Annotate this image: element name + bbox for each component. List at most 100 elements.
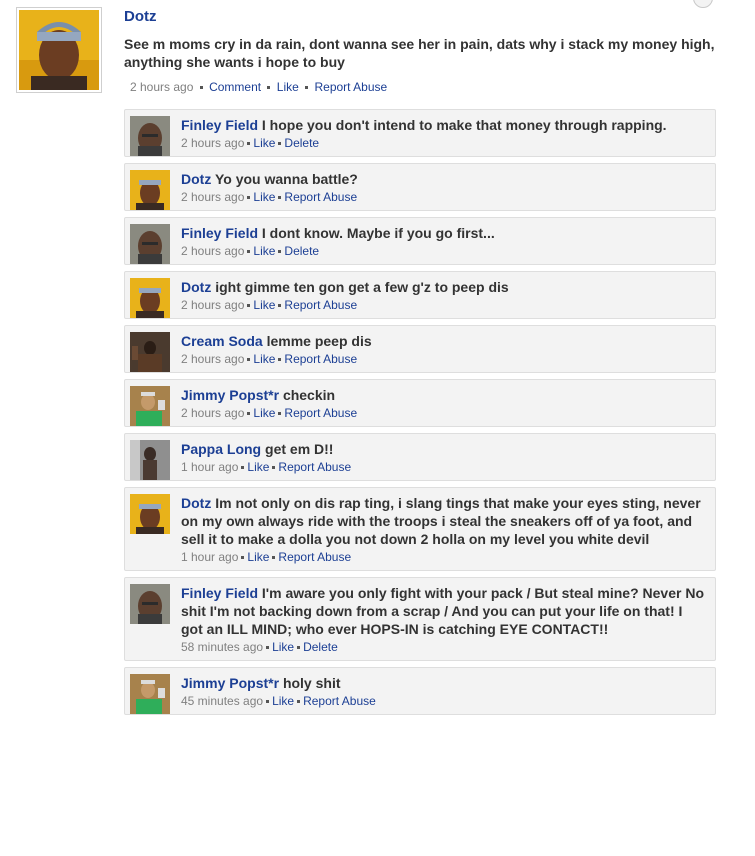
status-post: Dotz See m moms cry in da rain, dont wan… — [124, 8, 719, 94]
comment-item: Dotz Yo you wanna battle? 2 hours ago Like… — [124, 163, 716, 211]
comment-author[interactable]: Jimmy Popst*r — [181, 675, 279, 691]
post-author-avatar[interactable] — [16, 7, 102, 93]
comment-meta: 1 hour ago Like Report Abuse — [181, 460, 705, 474]
comment-timestamp: 2 hours ago — [181, 190, 245, 204]
comment-item: Finley Field I dont know. Maybe if you g… — [124, 217, 716, 265]
comment-body: Finley Field I dont know. Maybe if you g… — [181, 224, 705, 242]
comment-avatar[interactable] — [130, 170, 170, 210]
separator-dot — [241, 556, 245, 560]
comment-text: lemme peep dis — [266, 333, 372, 349]
comment-body: Pappa Long get em D!! — [181, 440, 705, 458]
comment-meta: 2 hours ago Like Delete — [181, 244, 705, 258]
comment-avatar[interactable] — [130, 116, 170, 156]
comment-author[interactable]: Finley Field — [181, 585, 258, 601]
comment-author[interactable]: Dotz — [181, 495, 211, 511]
report-abuse-link[interactable]: Report Abuse — [284, 352, 357, 366]
like-link[interactable]: Like — [277, 80, 299, 94]
like-link[interactable]: Like — [253, 352, 275, 366]
separator-dot — [278, 412, 282, 416]
like-link[interactable]: Like — [247, 460, 269, 474]
comment-avatar[interactable] — [130, 494, 170, 534]
report-abuse-link[interactable]: Report Abuse — [284, 406, 357, 420]
comment-item: Finley Field I hope you don't intend to … — [124, 109, 716, 157]
like-link[interactable]: Like — [253, 406, 275, 420]
comment-author[interactable]: Jimmy Popst*r — [181, 387, 279, 403]
comment-author[interactable]: Dotz — [181, 279, 211, 295]
report-abuse-link[interactable]: Report Abuse — [303, 694, 376, 708]
separator-dot — [247, 196, 251, 200]
comment-text: Im not only on dis rap ting, i slang tin… — [181, 495, 701, 547]
comment-timestamp: 2 hours ago — [181, 406, 245, 420]
report-abuse-link[interactable]: Report Abuse — [278, 550, 351, 564]
comment-meta: 1 hour ago Like Report Abuse — [181, 550, 705, 564]
like-link[interactable]: Like — [272, 694, 294, 708]
separator-dot — [278, 304, 282, 308]
comment-avatar[interactable] — [130, 386, 170, 426]
comment-avatar[interactable] — [130, 278, 170, 318]
comment-text: I hope you don't intend to make that mon… — [261, 117, 667, 133]
comment-link[interactable]: Comment — [209, 80, 261, 94]
comment-body: Cream Soda lemme peep dis — [181, 332, 705, 350]
comment-avatar[interactable] — [130, 440, 170, 480]
comment-meta: 2 hours ago Like Report Abuse — [181, 190, 705, 204]
comment-author[interactable]: Finley Field — [181, 117, 258, 133]
comment-author[interactable]: Pappa Long — [181, 441, 261, 457]
comment-meta: 2 hours ago Like Delete — [181, 136, 705, 150]
comment-avatar[interactable] — [130, 674, 170, 714]
comment-item: Pappa Long get em D!! 1 hour ago Like Repor… — [124, 433, 716, 481]
like-link[interactable]: Like — [253, 136, 275, 150]
separator-dot — [247, 412, 251, 416]
comment-text: ight gimme ten gon get a few g'z to peep… — [215, 279, 509, 295]
separator-dot — [266, 646, 270, 650]
comment-author[interactable]: Dotz — [181, 171, 211, 187]
post-text: See m moms cry in da rain, dont wanna se… — [124, 36, 715, 70]
comment-timestamp: 2 hours ago — [181, 244, 245, 258]
separator-dot — [278, 142, 282, 146]
comment-body: Jimmy Popst*r checkin — [181, 386, 705, 404]
comment-item: Dotz ight gimme ten gon get a few g'z to… — [124, 271, 716, 319]
separator-dot — [278, 196, 282, 200]
comment-avatar[interactable] — [130, 224, 170, 264]
separator-dot — [272, 466, 276, 470]
comment-item: Cream Soda lemme peep dis 2 hours ago Like… — [124, 325, 716, 373]
corner-circle-icon — [693, 0, 713, 8]
comment-body: Jimmy Popst*r holy shit — [181, 674, 705, 692]
report-abuse-link[interactable]: Report Abuse — [284, 190, 357, 204]
separator-dot — [247, 358, 251, 362]
comment-timestamp: 58 minutes ago — [181, 640, 264, 654]
comment-timestamp: 2 hours ago — [181, 136, 245, 150]
comment-text: holy shit — [282, 675, 341, 691]
comment-timestamp: 1 hour ago — [181, 460, 239, 474]
comment-meta: 45 minutes ago Like Report Abuse — [181, 694, 705, 708]
comment-timestamp: 2 hours ago — [181, 352, 245, 366]
comment-avatar[interactable] — [130, 332, 170, 372]
report-abuse-link[interactable]: Report Abuse — [278, 460, 351, 474]
comment-author[interactable]: Finley Field — [181, 225, 258, 241]
comment-body: Finley Field I hope you don't intend to … — [181, 116, 705, 134]
separator-dot — [305, 86, 309, 90]
like-link[interactable]: Like — [247, 550, 269, 564]
comment-text: checkin — [282, 387, 336, 403]
post-meta: 2 hours ago Comment Like Report Abuse — [130, 80, 719, 94]
comment-body: Dotz Yo you wanna battle? — [181, 170, 705, 188]
comment-text: I dont know. Maybe if you go first... — [261, 225, 495, 241]
comment-item: Finley Field I'm aware you only fight wi… — [124, 577, 716, 661]
separator-dot — [199, 86, 203, 90]
report-abuse-link[interactable]: Report Abuse — [314, 80, 387, 94]
delete-link[interactable]: Delete — [284, 136, 319, 150]
comment-body: Dotz Im not only on dis rap ting, i slan… — [181, 494, 705, 548]
like-link[interactable]: Like — [253, 298, 275, 312]
comment-avatar[interactable] — [130, 584, 170, 624]
comment-body: Finley Field I'm aware you only fight wi… — [181, 584, 705, 638]
post-timestamp: 2 hours ago — [130, 80, 194, 94]
post-author-name[interactable]: Dotz — [124, 8, 719, 25]
like-link[interactable]: Like — [253, 190, 275, 204]
report-abuse-link[interactable]: Report Abuse — [284, 298, 357, 312]
comment-author[interactable]: Cream Soda — [181, 333, 263, 349]
comment-timestamp: 2 hours ago — [181, 298, 245, 312]
comment-item: Jimmy Popst*r holy shit 45 minutes ago Lik… — [124, 667, 716, 715]
like-link[interactable]: Like — [272, 640, 294, 654]
delete-link[interactable]: Delete — [284, 244, 319, 258]
like-link[interactable]: Like — [253, 244, 275, 258]
delete-link[interactable]: Delete — [303, 640, 338, 654]
